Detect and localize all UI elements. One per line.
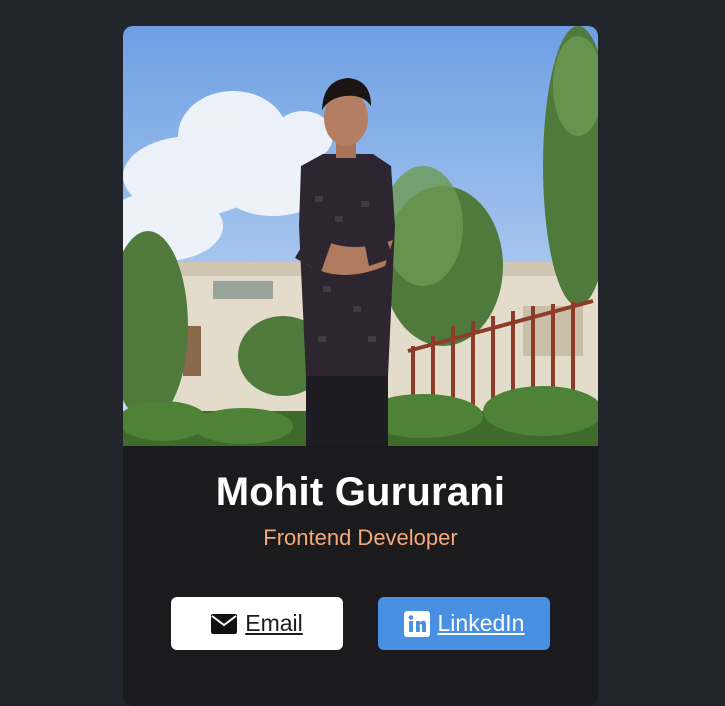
linkedin-button-label: LinkedIn — [437, 610, 525, 636]
linkedin-button[interactable]: LinkedIn — [378, 597, 550, 650]
profile-card: Mohit Gururani Frontend Developer Email … — [123, 26, 598, 706]
linkedin-icon — [403, 610, 430, 637]
email-button-label: Email — [245, 610, 303, 636]
profile-photo — [123, 26, 598, 446]
email-button[interactable]: Email — [171, 597, 343, 650]
envelope-icon — [211, 613, 238, 634]
profile-name: Mohit Gururani — [215, 470, 506, 514]
profile-role: Frontend Developer — [263, 525, 458, 550]
